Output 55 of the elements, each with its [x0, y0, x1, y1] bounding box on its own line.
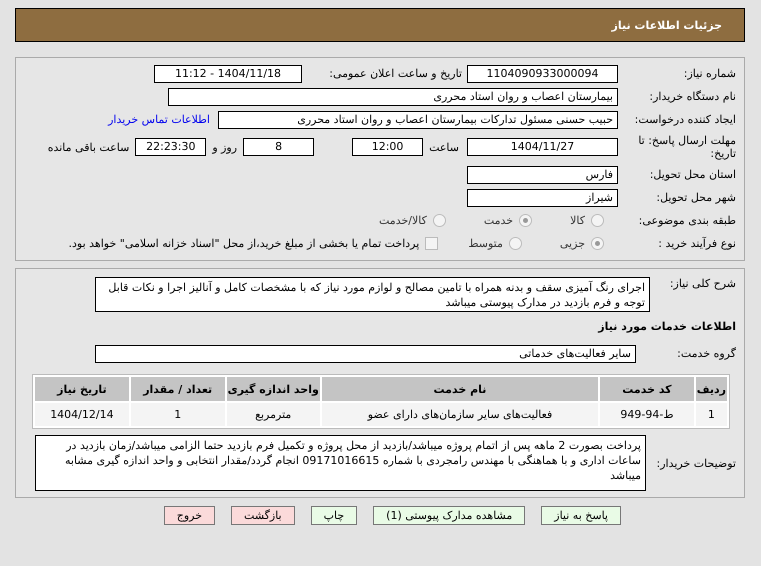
column-header: تاریخ نیاز: [35, 377, 129, 401]
field-label: نوع فرآیند خرید :: [657, 237, 736, 250]
table-cell: مترمربع: [226, 403, 320, 426]
table-cell: 1404/12/14: [35, 403, 129, 426]
section-heading: اطلاعات خدمات مورد نیاز: [598, 320, 736, 333]
input-field[interactable]: فارس: [467, 166, 618, 184]
field-label: ایجاد کننده درخواست:: [634, 113, 736, 126]
field-label: تاریخ و ساعت اعلان عمومی:: [328, 67, 462, 80]
table-cell: ط-94-949: [600, 403, 694, 426]
page-header: جزئیات اطلاعات نیاز: [15, 8, 745, 42]
column-header: واحد اندازه گیری: [226, 377, 320, 401]
column-header: نام خدمت: [322, 377, 598, 401]
table-cell: فعالیت‌های سایر سازمان‌های دارای عضو: [322, 403, 598, 426]
field-label: توضیحات خریدار:: [656, 456, 736, 470]
input-field[interactable]: 8: [243, 138, 314, 156]
field-label: شهر محل تحویل:: [655, 191, 736, 204]
input-field[interactable]: شیراز: [467, 188, 618, 206]
field-label: نام دستگاه خریدار:: [648, 90, 736, 103]
input-field[interactable]: بیمارستان اعصاب و روان استاد محرری: [168, 88, 618, 106]
field-label: استان محل تحویل:: [648, 168, 736, 181]
action-button[interactable]: چاپ: [310, 506, 358, 525]
input-field[interactable]: 1404/11/27: [467, 138, 618, 156]
action-button[interactable]: خروج: [164, 506, 216, 525]
field-label: روز و: [212, 140, 238, 154]
action-button[interactable]: مشاهده مدارک پیوستی (1): [373, 506, 526, 525]
radio-button[interactable]: جزیی: [560, 237, 604, 250]
field-label: گروه خدمت:: [676, 347, 736, 360]
input-field[interactable]: 1104090933000094: [467, 64, 618, 82]
checkbox-label: پرداخت تمام یا بخشی از مبلغ خرید،از محل "اسناد خزانه اسلامی" خواهد بود.: [68, 237, 420, 250]
notes-box[interactable]: پرداخت بصورت 2 ماهه پس از اتمام پروژه میباشد/بازدید از محل پروژه و تکمیل فرم بازدید حتما الزامی میباشد/زمان بازدید در ساعات اداری و با هماهنگی با مهندس رامجردی با شماره 09171016615 انجام گردد/مقدار انتخابی و واحد اندازه گیری مشابه میباشد: [35, 435, 646, 491]
field-label: ساعت: [429, 140, 459, 154]
checkbox[interactable]: [425, 237, 438, 250]
input-field[interactable]: سایر فعالیت‌های خدماتی: [95, 344, 636, 362]
column-header: تعداد / مقدار: [130, 377, 225, 401]
column-header: کد خدمت: [600, 377, 694, 401]
radio-button[interactable]: کالا/خدمت: [379, 214, 446, 227]
column-header: ردیف: [696, 377, 727, 401]
radio-button[interactable]: کالا: [570, 214, 604, 227]
input-field[interactable]: 22:23:30: [135, 138, 206, 156]
table-cell: 1: [130, 403, 225, 426]
input-field[interactable]: حبیب حسنی مسئول تدارکات بیمارستان اعصاب و روان استاد محرری: [218, 110, 618, 128]
field-label: شماره نیاز:: [682, 67, 736, 80]
radio-button[interactable]: خدمت: [484, 214, 532, 227]
description-box[interactable]: اجرای رنگ آمیزی سقف و بدنه همراه با تامین مصالح و لوازم مورد نیاز که با مشخصات کامل و آنالیز اجرا و نکات قابل توجه و فرم بازدید در مدارک پیوستی میباشد: [95, 277, 650, 312]
input-field[interactable]: 12:00: [352, 138, 424, 156]
input-field[interactable]: 1404/11/18 - 11:12: [154, 64, 302, 82]
table-cell: 1: [696, 403, 727, 426]
field-label: طبقه بندی موضوعی:: [638, 214, 736, 227]
radio-button[interactable]: متوسط: [468, 237, 522, 250]
contact-link[interactable]: اطلاعات تماس خریدار: [108, 113, 210, 126]
field-label: شرح کلی نیاز:: [668, 277, 736, 290]
action-button[interactable]: بازگشت: [231, 506, 295, 525]
action-button[interactable]: پاسخ به نیاز: [541, 506, 621, 525]
field-label: ساعت باقی مانده: [48, 140, 130, 154]
field-label: مهلت ارسال پاسخ: تا تاریخ:: [637, 134, 736, 160]
